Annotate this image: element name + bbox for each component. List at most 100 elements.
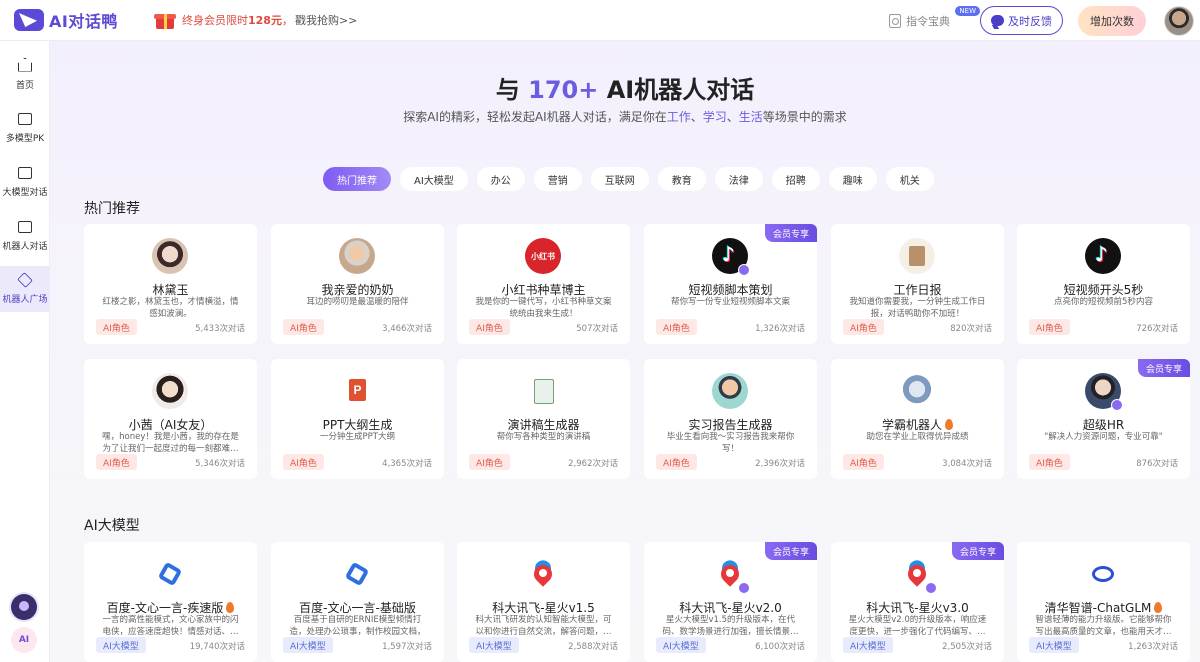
bot-card[interactable]: 会员专享 超级HR "解决人力资源问题，专业可靠" AI角色 876次对话 (1017, 359, 1190, 479)
monitor-icon (18, 166, 32, 179)
model-tag: AI大模型 (843, 637, 893, 653)
sidebar-item-robot-plaza[interactable]: 机器人广场 (0, 266, 50, 312)
tab-law[interactable]: 法律 (714, 167, 763, 191)
tab-office[interactable]: 办公 (476, 167, 525, 191)
bot-chat-count: 2,962次对话 (568, 459, 618, 469)
promo-cta[interactable]: 戳我抢购>> (295, 14, 357, 27)
command-guide-link[interactable]: 指令宝典 NEW (889, 5, 980, 29)
sidebar-item-home[interactable]: 首页 (0, 51, 50, 97)
tab-education[interactable]: 教育 (657, 167, 706, 191)
bot-description: 帮你写各种类型的演讲稿 (496, 432, 591, 442)
model-card[interactable]: 百度-文心一言-疾速版 一言的高性能模式，文心家族中的闪电侠，应答速度超快！情感… (84, 542, 257, 662)
model-tag: AI大模型 (656, 637, 706, 653)
model-card[interactable]: 清华智谱-ChatGLM 智谱轻薄的能力升级版。它能够帮你写出最高质量的文章，也… (1017, 542, 1190, 662)
bot-chat-count: 1,326次对话 (755, 324, 805, 334)
model-tag: AI大模型 (469, 637, 519, 653)
iflytek-spark-icon (712, 556, 750, 594)
bot-avatar (152, 373, 188, 409)
promo-banner[interactable]: 终身会员限时128元， 戳我抢购>> (154, 10, 357, 30)
model-card[interactable]: 会员专享 科大讯飞-星火v2.0 星火大模型v1.5的升级版本，在代码、数学场景… (644, 542, 817, 662)
bot-card[interactable]: 林黛玉 红楼之影，林黛玉也，才情横溢，情感如波澜。 AI角色 5,433次对话 (84, 224, 257, 344)
bot-description: 我是你的一键代写，小红书种草文案统统由我来生成！ (475, 297, 612, 319)
bot-tag: AI角色 (96, 454, 137, 470)
user-avatar[interactable] (1164, 5, 1194, 36)
section-title-models: AI大模型 (84, 518, 140, 534)
tab-ai-models[interactable]: AI大模型 (400, 167, 468, 191)
verified-icon (925, 582, 937, 594)
bot-card[interactable]: 演讲稿生成器 帮你写各种类型的演讲稿 AI角色 2,962次对话 (457, 359, 630, 479)
compare-icon (18, 112, 32, 125)
duck-logo-icon (14, 9, 44, 31)
tab-fun[interactable]: 趣味 (828, 167, 877, 191)
page-subtitle: 探索AI的精彩，轻松发起AI机器人对话，满足你在工作、学习、生活等场景中的需求 (403, 110, 847, 124)
model-card[interactable]: 百度-文心一言-基础版 百度基于自研的ERNIE模型倾情打造，处理办公琐事，制作… (271, 542, 444, 662)
bot-description: "解决人力资源问题，专业可靠" (1044, 432, 1163, 442)
iflytek-spark-icon (525, 556, 561, 592)
document-icon (525, 373, 561, 409)
ppt-icon (339, 373, 375, 409)
bot-tag: AI角色 (656, 319, 697, 335)
model-description: 百度基于自研的ERNIE模型倾情打造，处理办公琐事，制作校园文档，找… (289, 615, 426, 637)
model-card[interactable]: 科大讯飞-星火v1.5 科大讯飞研发的认知智能大模型，可以和你进行自然交流，解答… (457, 542, 630, 662)
bot-chat-count: 3,084次对话 (942, 459, 992, 469)
tab-recruiting[interactable]: 招聘 (771, 167, 820, 191)
category-tabs: 热门推荐 AI大模型 办公 营销 互联网 教育 法律 招聘 趣味 机关 (323, 167, 934, 191)
bot-chat-count: 820次对话 (950, 324, 992, 334)
vip-badge: 会员专享 (951, 542, 1004, 560)
bot-card[interactable]: 会员专享 短视频脚本策划 帮你写一份专业短视频脚本文案 AI角色 1,326次对… (644, 224, 817, 344)
bot-card[interactable]: 学霸机器人 助您在学业上取得优异成绩 AI角色 3,084次对话 (831, 359, 1004, 479)
sidebar-item-label: 机器人广场 (2, 294, 48, 305)
add-count-button[interactable]: 增加次数 (1078, 5, 1146, 36)
ai-assistant-button[interactable]: AI (11, 627, 37, 653)
assistant-avatar[interactable] (11, 594, 37, 620)
bot-description: 点亮你的短视频前5秒内容 (1054, 297, 1153, 307)
bot-description: 嘿，honey！我是小茜，我的存在是为了让我们一起度过的每一刻都难… (102, 432, 239, 454)
sidebar-item-robot-chat[interactable]: 机器人对话 (0, 213, 50, 259)
tab-internet[interactable]: 互联网 (590, 167, 649, 191)
bot-card[interactable]: 工作日报 我知道你需要我，一分钟生成工作日报，对话鸭助你不加班！ AI角色 82… (831, 224, 1004, 344)
bot-tag: AI角色 (283, 319, 324, 335)
model-card[interactable]: 会员专享 科大讯飞-星火v3.0 星火大模型v2.0的升级版本，响应速度更快，进… (831, 542, 1004, 662)
bot-tag: AI角色 (469, 319, 510, 335)
brand-name: AI对话鸭 (49, 12, 118, 31)
model-tag: AI大模型 (96, 637, 146, 653)
bot-tag: AI角色 (96, 319, 137, 335)
sidebar-item-label: 首页 (15, 80, 34, 91)
bot-tag: AI角色 (656, 454, 697, 470)
bot-description: 红楼之影，林黛玉也，才情横溢，情感如波澜。 (102, 297, 239, 319)
top-bar: AI对话鸭 终身会员限时128元， 戳我抢购>> 指令宝典 NEW 及时反馈 增加… (0, 0, 1200, 41)
sidebar-item-label: 多模型PK (5, 133, 45, 144)
fire-icon (945, 419, 953, 430)
fire-icon (226, 602, 235, 613)
model-chat-count: 1,263次对话 (1128, 642, 1178, 652)
bot-card[interactable]: 小茜（AI女友） 嘿，honey！我是小茜，我的存在是为了让我们一起度过的每一刻… (84, 359, 257, 479)
feedback-button[interactable]: 及时反馈 (980, 6, 1063, 35)
model-description: 智谱轻薄的能力升级版。它能够帮你写出最高质量的文章，也能用天才… (1035, 615, 1172, 637)
sidebar-item-model-chat[interactable]: 大模型对话 (0, 159, 50, 205)
bot-card[interactable]: 实习报告生成器 毕业生看向我～实习报告我来帮你写！ AI角色 2,396次对话 (644, 359, 817, 479)
zhipu-chatglm-icon (1085, 556, 1121, 592)
bot-card[interactable]: 短视频开头5秒 点亮你的短视频前5秒内容 AI角色 726次对话 (1017, 224, 1190, 344)
bot-tag: AI角色 (283, 454, 324, 470)
model-chat-count: 2,588次对话 (568, 642, 618, 652)
cube-icon (17, 271, 33, 288)
model-description: 一言的高性能模式，文心家族中的闪电侠，应答速度超快！情感对话、… (102, 615, 239, 637)
model-tag: AI大模型 (283, 637, 333, 653)
tab-marketing[interactable]: 营销 (533, 167, 582, 191)
promo-text: 终身会员限时128元， 戳我抢购>> (182, 14, 358, 27)
bot-chat-count: 5,433次对话 (195, 324, 245, 334)
baidu-wenxin-icon (152, 556, 188, 592)
bot-card[interactable]: 小红书 小红书种草博主 我是你的一键代写，小红书种草文案统统由我来生成！ AI角… (457, 224, 630, 344)
bot-tag: AI角色 (843, 454, 884, 470)
tab-hot[interactable]: 热门推荐 (323, 167, 391, 191)
bot-card[interactable]: 我亲爱的奶奶 耳边的唠叨是最温暖的陪伴 AI角色 3,466次对话 (271, 224, 444, 344)
new-badge: NEW (955, 5, 980, 16)
model-chat-count: 1,597次对话 (382, 642, 432, 652)
sidebar-item-multi-model-pk[interactable]: 多模型PK (0, 105, 50, 151)
tab-government[interactable]: 机关 (885, 167, 934, 191)
baidu-wenxin-icon (339, 556, 375, 592)
bot-card[interactable]: PPT大纲生成 一分钟生成PPT大纲 AI角色 4,365次对话 (271, 359, 444, 479)
vip-badge: 会员专享 (1137, 359, 1190, 377)
logo[interactable]: AI对话鸭 (14, 8, 146, 32)
bot-chat-count: 876次对话 (1136, 459, 1178, 469)
